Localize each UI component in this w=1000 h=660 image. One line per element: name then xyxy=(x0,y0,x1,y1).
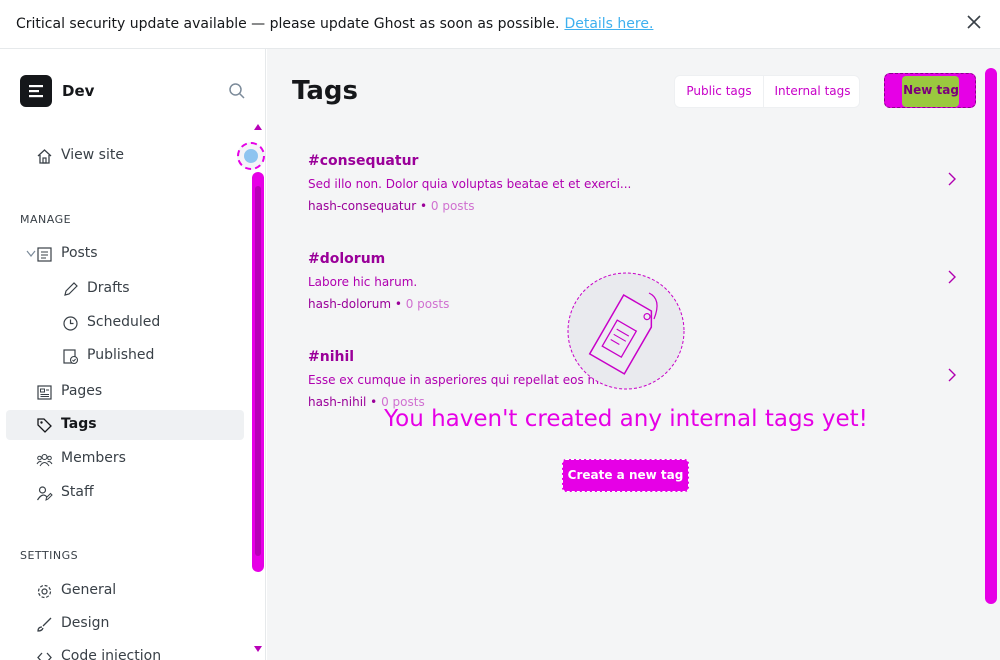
sidebar-item-label: Design xyxy=(61,615,110,631)
scroll-up-arrow-icon[interactable] xyxy=(254,124,262,130)
sidebar-item-label: View site xyxy=(61,147,124,163)
page-title: Tags xyxy=(292,76,359,106)
tag-description: Sed illo non. Dolor quia voluptas beatae… xyxy=(308,177,632,191)
sidebar-item-label: Members xyxy=(61,450,126,466)
sidebar-item-staff[interactable]: Staff xyxy=(6,478,244,508)
tag-icon xyxy=(37,418,52,433)
search-icon[interactable] xyxy=(228,82,246,100)
tab-public-tags[interactable]: Public tags xyxy=(675,76,763,107)
sidebar-item-scheduled[interactable]: Scheduled xyxy=(6,308,244,338)
sidebar-item-general[interactable]: General xyxy=(6,576,244,606)
create-new-tag-button[interactable]: Create a new tag xyxy=(562,459,689,492)
code-icon xyxy=(37,652,52,660)
site-name: Dev xyxy=(62,82,95,100)
sidebar-item-label: Drafts xyxy=(87,280,130,296)
site-logo-icon xyxy=(20,75,52,107)
sidebar-item-label: Staff xyxy=(61,484,94,500)
chevron-right-icon[interactable] xyxy=(946,269,958,285)
banner-details-link[interactable]: Details here. xyxy=(564,16,653,32)
sidebar-item-members[interactable]: Members xyxy=(6,444,244,474)
chevron-down-icon[interactable] xyxy=(26,250,36,258)
sidebar-item-label: General xyxy=(61,582,117,598)
brush-icon xyxy=(37,617,52,632)
sidebar-item-pages[interactable]: Pages xyxy=(6,377,244,407)
members-icon xyxy=(36,453,53,467)
sidebar-item-design[interactable]: Design xyxy=(6,609,244,639)
security-banner: Critical security update available — ple… xyxy=(0,0,1000,49)
sidebar-item-drafts[interactable]: Drafts xyxy=(6,274,244,304)
sidebar-item-tags[interactable]: Tags xyxy=(6,410,244,440)
gear-icon xyxy=(37,584,52,599)
tag-name: #nihil xyxy=(308,349,355,365)
home-icon xyxy=(37,149,52,164)
sidebar-scrollbar[interactable] xyxy=(252,172,264,572)
sidebar-item-label: Pages xyxy=(61,383,103,399)
sidebar-item-view-site[interactable]: View site xyxy=(6,141,244,171)
posts-icon xyxy=(37,247,52,262)
tag-slug: hash-dolorum xyxy=(308,297,392,311)
tag-name: #consequatur xyxy=(308,153,419,169)
chevron-right-icon[interactable] xyxy=(946,367,958,383)
tab-internal-tags[interactable]: Internal tags xyxy=(763,76,861,107)
tag-meta: hash-dolorum • 0 posts xyxy=(308,297,450,311)
pages-icon xyxy=(37,385,52,400)
sidebar-item-label: Tags xyxy=(61,416,97,432)
settings-section-title: SETTINGS xyxy=(20,549,79,562)
sidebar-item-posts[interactable]: Posts xyxy=(6,239,244,269)
tag-illustration-icon xyxy=(567,272,685,390)
tag-post-count: 0 posts xyxy=(405,297,450,311)
main-content: Tags Public tags Internal tags New tag #… xyxy=(267,49,1000,660)
drag-handle-icon[interactable] xyxy=(237,142,265,170)
scroll-down-arrow-icon[interactable] xyxy=(254,646,262,652)
tag-name: #dolorum xyxy=(308,251,386,267)
tag-type-toggle: Public tags Internal tags xyxy=(674,75,860,108)
sidebar-scrollbar-thumb[interactable] xyxy=(255,186,261,556)
list-item[interactable]: #consequatur Sed illo non. Dolor quia vo… xyxy=(308,153,968,233)
sidebar-item-label: Published xyxy=(87,347,155,363)
clock-icon xyxy=(63,316,78,331)
close-icon[interactable] xyxy=(966,14,982,30)
sidebar-item-label: Scheduled xyxy=(87,314,161,330)
sidebar-item-label: Code injection xyxy=(61,648,162,660)
staff-icon xyxy=(36,486,53,501)
tag-slug: hash-consequatur xyxy=(308,199,417,213)
manage-section-title: MANAGE xyxy=(20,213,72,226)
tag-post-count: 0 posts xyxy=(430,199,475,213)
site-brand[interactable]: Dev xyxy=(20,75,94,107)
tag-meta: hash-consequatur • 0 posts xyxy=(308,199,475,213)
new-tag-button[interactable]: New tag xyxy=(884,73,976,108)
sidebar: Dev View site MANAGE Posts Drafts Schedu… xyxy=(0,49,266,660)
pencil-icon xyxy=(64,282,78,296)
main-scrollbar[interactable] xyxy=(985,68,997,604)
banner-message: Critical security update available — ple… xyxy=(16,16,560,32)
new-tag-label: New tag xyxy=(903,83,959,97)
empty-state-message: You haven't created any internal tags ye… xyxy=(384,406,868,432)
sidebar-item-code-injection[interactable]: Code injection xyxy=(6,642,244,660)
sidebar-item-label: Posts xyxy=(61,245,98,261)
sidebar-item-published[interactable]: Published xyxy=(6,341,244,371)
tag-description: Labore hic harum. xyxy=(308,275,418,289)
chevron-right-icon[interactable] xyxy=(946,171,958,187)
published-icon xyxy=(63,349,79,365)
